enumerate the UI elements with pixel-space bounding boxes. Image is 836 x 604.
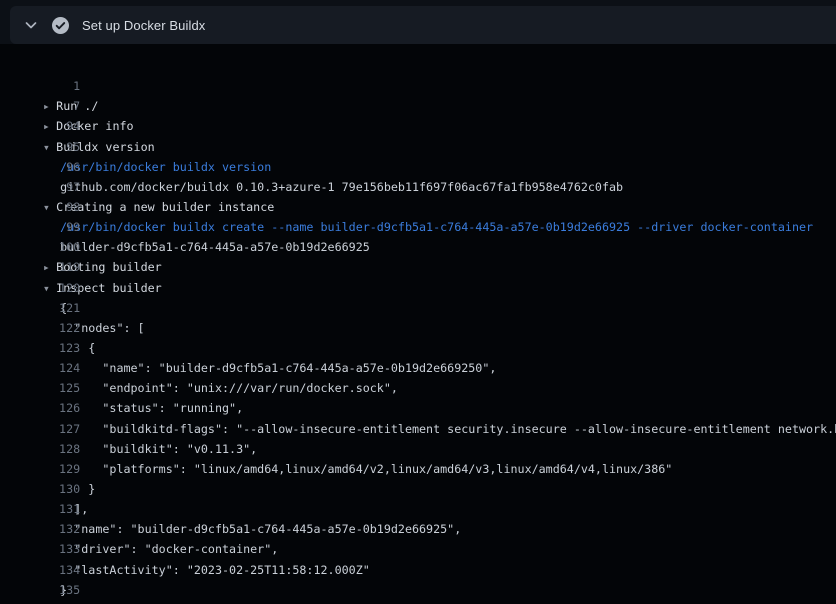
step-header[interactable]: Set up Docker Buildx (10, 6, 836, 44)
line-number[interactable]: 125 (28, 378, 80, 398)
log-text: "endpoint": "unix:///var/run/docker.sock… (60, 381, 398, 395)
success-check-icon (52, 17, 69, 34)
line-number[interactable]: 98 (28, 197, 80, 217)
line-number[interactable]: 100 (28, 237, 80, 257)
line-content: "platforms": "linux/amd64,linux/amd64/v2… (44, 459, 672, 479)
line-content: "lastActivity": "2023-02-25T11:58:12.000… (44, 560, 370, 580)
line-number[interactable]: 136 (28, 600, 80, 604)
line-number[interactable]: 135 (28, 580, 80, 600)
log-group-line[interactable]: 94 ▼Buildx version (0, 96, 836, 116)
log-text: "status": "running", (60, 401, 243, 415)
log-text: "buildkit": "v0.11.3", (60, 442, 257, 456)
line-number[interactable]: 99 (28, 217, 80, 237)
line-number[interactable]: 123 (28, 338, 80, 358)
line-content: /usr/bin/docker buildx create --name bui… (44, 217, 813, 237)
log-container[interactable]: 1 ▶Run ./ 7 ▶Docker info 94 ▼Buildx vers… (0, 44, 836, 604)
log-line: 124 "endpoint": "unix:///var/run/docker.… (0, 338, 836, 358)
line-number[interactable]: 130 (28, 479, 80, 499)
line-number[interactable]: 95 (28, 137, 80, 157)
line-number[interactable]: 128 (28, 439, 80, 459)
log-line: 136 builder-d9cfb5a1-c764-445a-a57e-0b19… (0, 580, 836, 600)
log-text: "platforms": "linux/amd64,linux/amd64/v2… (60, 462, 672, 476)
log-line: 132 "driver": "docker-container", (0, 499, 836, 519)
line-content: "name": "builder-d9cfb5a1-c764-445a-a57e… (44, 358, 496, 378)
line-content: builder-d9cfb5a1-c764-445a-a57e-0b19d2e6… (44, 237, 370, 257)
line-number[interactable]: 132 (28, 519, 80, 539)
chevron-down-icon[interactable] (23, 17, 39, 33)
line-number[interactable]: 134 (28, 560, 80, 580)
command-text: /usr/bin/docker buildx create --name bui… (60, 220, 813, 234)
step-title: Set up Docker Buildx (82, 18, 205, 33)
line-number[interactable]: 119 (28, 257, 80, 277)
line-content: "buildkitd-flags": "--allow-insecure-ent… (44, 419, 836, 439)
line-number[interactable]: 97 (28, 177, 80, 197)
line-number[interactable]: 131 (28, 499, 80, 519)
line-number[interactable]: 126 (28, 398, 80, 418)
line-number[interactable]: 1 (28, 76, 80, 96)
log-line: 131 "name": "builder-d9cfb5a1-c764-445a-… (0, 479, 836, 499)
line-number[interactable]: 7 (28, 96, 80, 116)
step-header-wrap: Set up Docker Buildx (0, 0, 836, 44)
line-number[interactable]: 122 (28, 318, 80, 338)
line-content: "name": "builder-d9cfb5a1-c764-445a-a57e… (44, 519, 461, 539)
line-number[interactable]: 124 (28, 358, 80, 378)
line-number[interactable]: 129 (28, 459, 80, 479)
line-number[interactable]: 96 (28, 157, 80, 177)
line-number[interactable]: 133 (28, 539, 80, 559)
log-text: "name": "builder-d9cfb5a1-c764-445a-a57e… (60, 522, 461, 536)
line-content: github.com/docker/buildx 0.10.3+azure-1 … (44, 177, 623, 197)
log-text: builder-d9cfb5a1-c764-445a-a57e-0b19d2e6… (60, 240, 370, 254)
log-text: github.com/docker/buildx 0.10.3+azure-1 … (60, 180, 623, 194)
log-group-line[interactable]: 1 ▶Run ./ (0, 56, 836, 76)
line-content: "endpoint": "unix:///var/run/docker.sock… (44, 378, 398, 398)
line-number[interactable]: 120 (28, 278, 80, 298)
log-text: "lastActivity": "2023-02-25T11:58:12.000… (60, 563, 370, 577)
log-text: "buildkitd-flags": "--allow-insecure-ent… (60, 422, 836, 436)
log-line: 122 { (0, 298, 836, 318)
log-text: "driver": "docker-container", (60, 542, 278, 556)
line-number[interactable]: 127 (28, 419, 80, 439)
command-text: /usr/bin/docker buildx version (60, 160, 271, 174)
log-group-line[interactable]: 7 ▶Docker info (0, 76, 836, 96)
line-number[interactable]: 121 (28, 298, 80, 318)
log-text: "name": "builder-d9cfb5a1-c764-445a-a57e… (60, 361, 496, 375)
line-number[interactable]: 94 (28, 116, 80, 136)
group-title: Creating a new builder instance (56, 200, 274, 214)
